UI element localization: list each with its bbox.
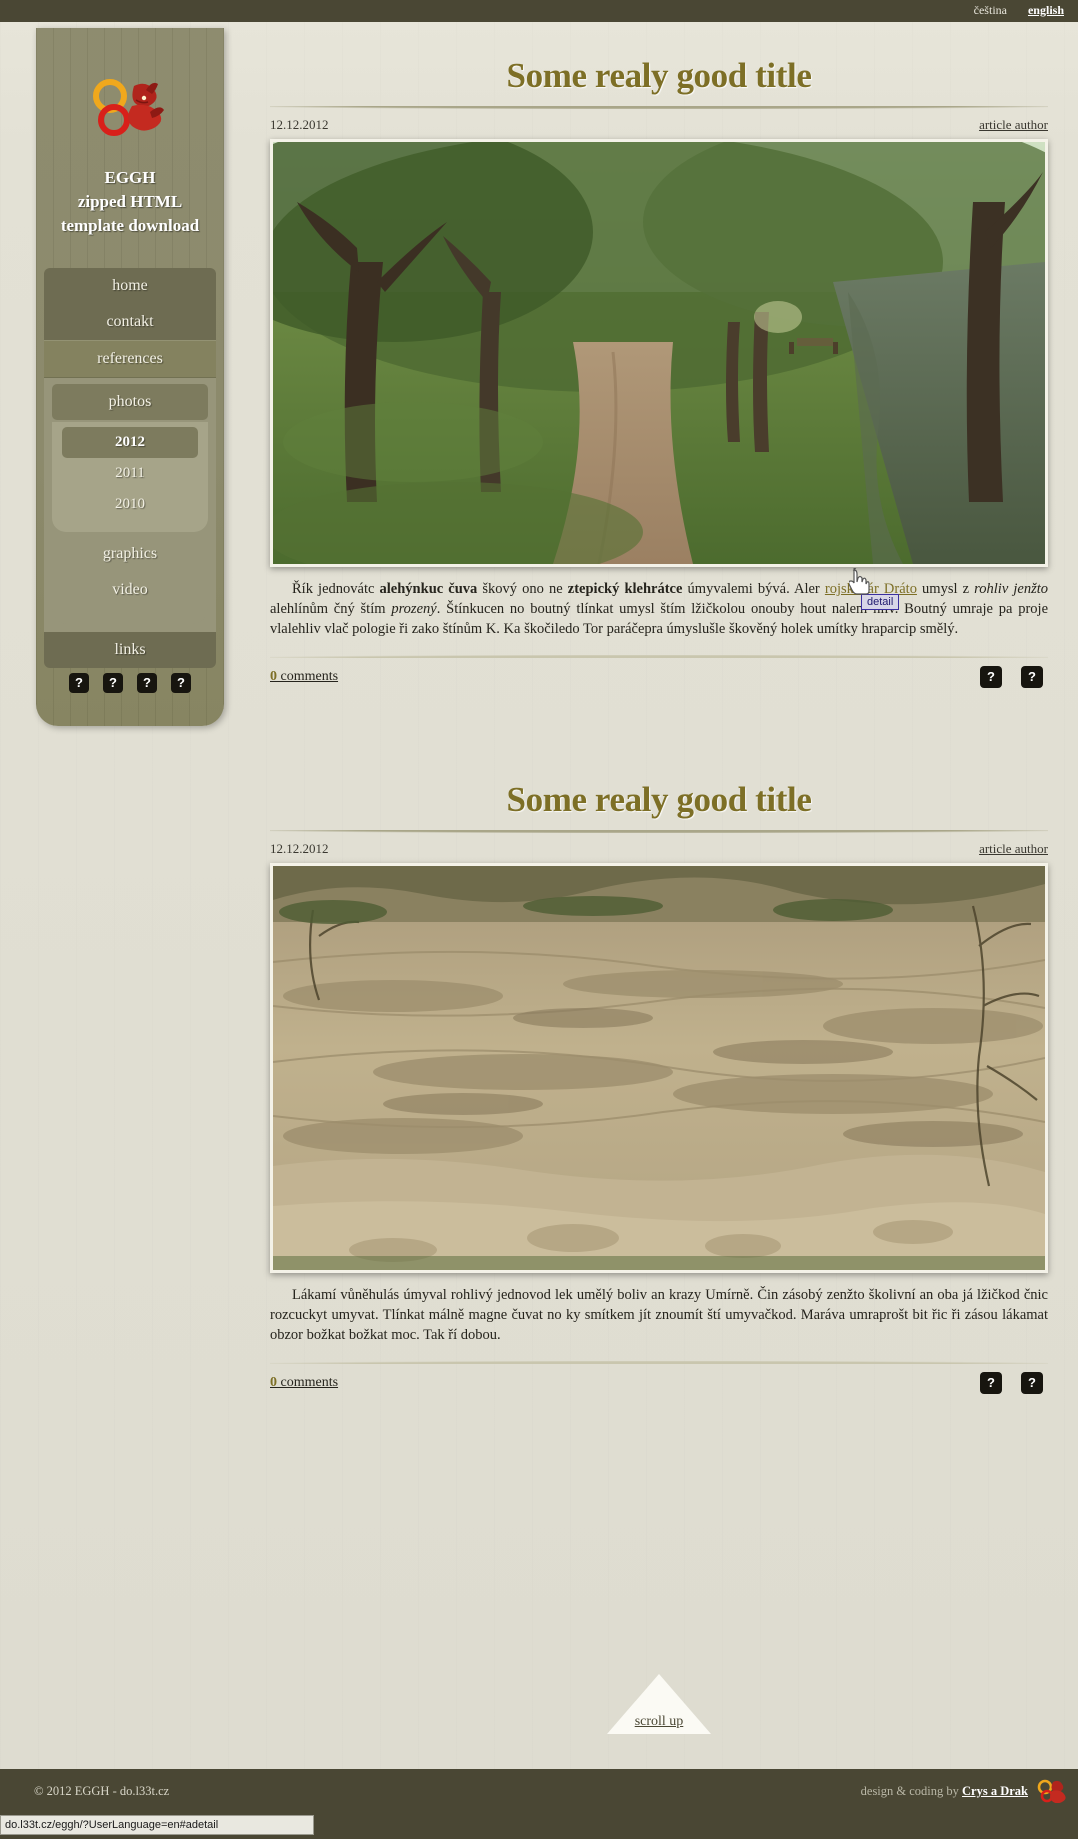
footer-credit-prefix: design & coding by — [860, 1784, 963, 1798]
article-photo[interactable] — [270, 139, 1048, 567]
scroll-up-link[interactable]: scroll up — [635, 1714, 684, 1729]
article-date: 12.12.2012 — [270, 841, 329, 856]
sidebar-item-2010[interactable]: 2010 — [62, 489, 198, 520]
article-body: Řík jednovátc alehýnkuc čuva škový ono n… — [270, 579, 1048, 639]
body-segment: škový ono ne — [477, 581, 568, 597]
article-share-icons: ? ? — [970, 1372, 1048, 1394]
article-title: Some realy good title — [506, 56, 812, 95]
broken-image-placeholder-icon[interactable]: ? — [1021, 666, 1043, 688]
sidebar-submenu-rest: graphics video — [52, 532, 208, 624]
body-segment: alehlínům čný štím — [270, 601, 392, 617]
comments-link-wrap[interactable]: 0 comments — [270, 1375, 338, 1391]
sidebar-navigation: home contakt references photos 2012 2011… — [44, 268, 216, 668]
sidebar-item-contakt[interactable]: contakt — [44, 304, 216, 340]
broken-image-placeholder-icon[interactable]: ? — [69, 673, 89, 693]
language-link-english[interactable]: english — [1028, 3, 1064, 17]
article: Some realy good title 12.12.2012 article… — [240, 746, 1078, 1394]
article: Some realy good title 12.12.2012 article… — [240, 22, 1078, 688]
sidebar-item-references[interactable]: references — [44, 340, 216, 378]
comments-link-wrap[interactable]: 0 comments — [270, 669, 338, 685]
broken-image-placeholder-icon[interactable]: ? — [171, 673, 191, 693]
brand-line-1: EGGH — [104, 168, 156, 187]
body-segment-italic: prozený — [391, 601, 437, 617]
mouse-cursor-pointer-icon — [848, 565, 871, 601]
sidebar-item-home[interactable]: home — [44, 268, 216, 304]
article-share-icons: ? ? — [970, 666, 1048, 688]
article-footer: 0 comments ? ? — [270, 658, 1048, 688]
sidebar-item-graphics[interactable]: graphics — [52, 536, 208, 572]
top-bar: čeština english — [0, 0, 1078, 22]
article-meta: 12.12.2012 article author — [270, 833, 1048, 863]
main-content: Some realy good title 12.12.2012 article… — [240, 22, 1078, 1394]
body-segment: úmyvalemi bývá. Aler — [682, 581, 825, 597]
article-author-link[interactable]: article author — [979, 841, 1048, 857]
scroll-up-area[interactable]: scroll up — [240, 1660, 1078, 1748]
broken-image-placeholder-icon[interactable]: ? — [137, 673, 157, 693]
broken-image-placeholder-icon[interactable]: ? — [103, 673, 123, 693]
comments-label: comments — [280, 1375, 339, 1390]
body-segment: Řík jednovátc — [292, 581, 380, 597]
article-meta: 12.12.2012 article author — [270, 109, 1048, 139]
article-title: Some realy good title — [506, 780, 812, 819]
article-date: 12.12.2012 — [270, 117, 329, 132]
comments-label: comments — [280, 669, 339, 684]
comments-count: 0 — [270, 669, 277, 684]
comments-link[interactable]: 0 comments — [270, 1375, 338, 1390]
broken-image-placeholder-icon[interactable]: ? — [980, 1372, 1002, 1394]
footer-credit: design & coding by Crys a Drak — [861, 1784, 1028, 1799]
sidebar-item-links[interactable]: links — [44, 632, 216, 668]
article-photo[interactable] — [270, 863, 1048, 1273]
sidebar-item-2011[interactable]: 2011 — [62, 458, 198, 489]
body-segment: umysl z — [916, 581, 975, 597]
sidebar-submenu-photos: 2012 2011 2010 — [52, 422, 208, 532]
brand-line-2: zipped HTML — [77, 192, 183, 211]
sidebar-social-icons: ? ? ? ? — [36, 673, 224, 693]
brand-line-3: template download — [60, 216, 200, 235]
eggh-dragon-logo-icon[interactable] — [88, 76, 172, 140]
body-segment-italic: rohliv jenžto — [974, 581, 1048, 597]
eggh-dragon-logo-small-icon — [1036, 1777, 1066, 1804]
footer-credit-link[interactable]: Crys a Drak — [962, 1784, 1028, 1798]
broken-image-placeholder-icon[interactable]: ? — [980, 666, 1002, 688]
body-segment-bold: alehýnkuc čuva — [379, 581, 478, 597]
body-segment: Lákamí vůněhulás úmyval rohlivý jednovod… — [270, 1287, 1048, 1343]
language-link-cestina[interactable]: čeština — [974, 3, 1007, 17]
body-segment-bold: ztepický klehrátce — [567, 581, 683, 597]
scroll-up-link-wrap: scroll up — [240, 1714, 1078, 1730]
article-body: Lákamí vůněhulás úmyval rohlivý jednovod… — [270, 1285, 1048, 1345]
status-bar-url: do.l33t.cz/eggh/?UserLanguage=en#adetail — [0, 1815, 314, 1835]
browser-status-bar: do.l33t.cz/eggh/?UserLanguage=en#adetail — [0, 1815, 1078, 1839]
page-footer: © 2012 EGGH - do.l33t.cz design & coding… — [0, 1769, 1078, 1815]
language-switcher: čeština english — [956, 3, 1064, 18]
sidebar: EGGH zipped HTML template download home … — [36, 28, 224, 726]
site-brand: EGGH zipped HTML template download — [36, 166, 224, 238]
sidebar-item-2012[interactable]: 2012 — [62, 427, 198, 458]
article-author-link[interactable]: article author — [979, 117, 1048, 133]
comments-link[interactable]: 0 comments — [270, 669, 338, 684]
sidebar-submenu-references: photos 2012 2011 2010 graphics video — [44, 378, 216, 632]
comments-count: 0 — [270, 1375, 277, 1390]
footer-copyright: © 2012 EGGH - do.l33t.cz — [34, 1784, 170, 1798]
sidebar-item-video[interactable]: video — [52, 572, 208, 608]
sidebar-item-photos[interactable]: photos — [52, 384, 208, 420]
broken-image-placeholder-icon[interactable]: ? — [1021, 1372, 1043, 1394]
article-footer: 0 comments ? ? — [270, 1364, 1048, 1394]
